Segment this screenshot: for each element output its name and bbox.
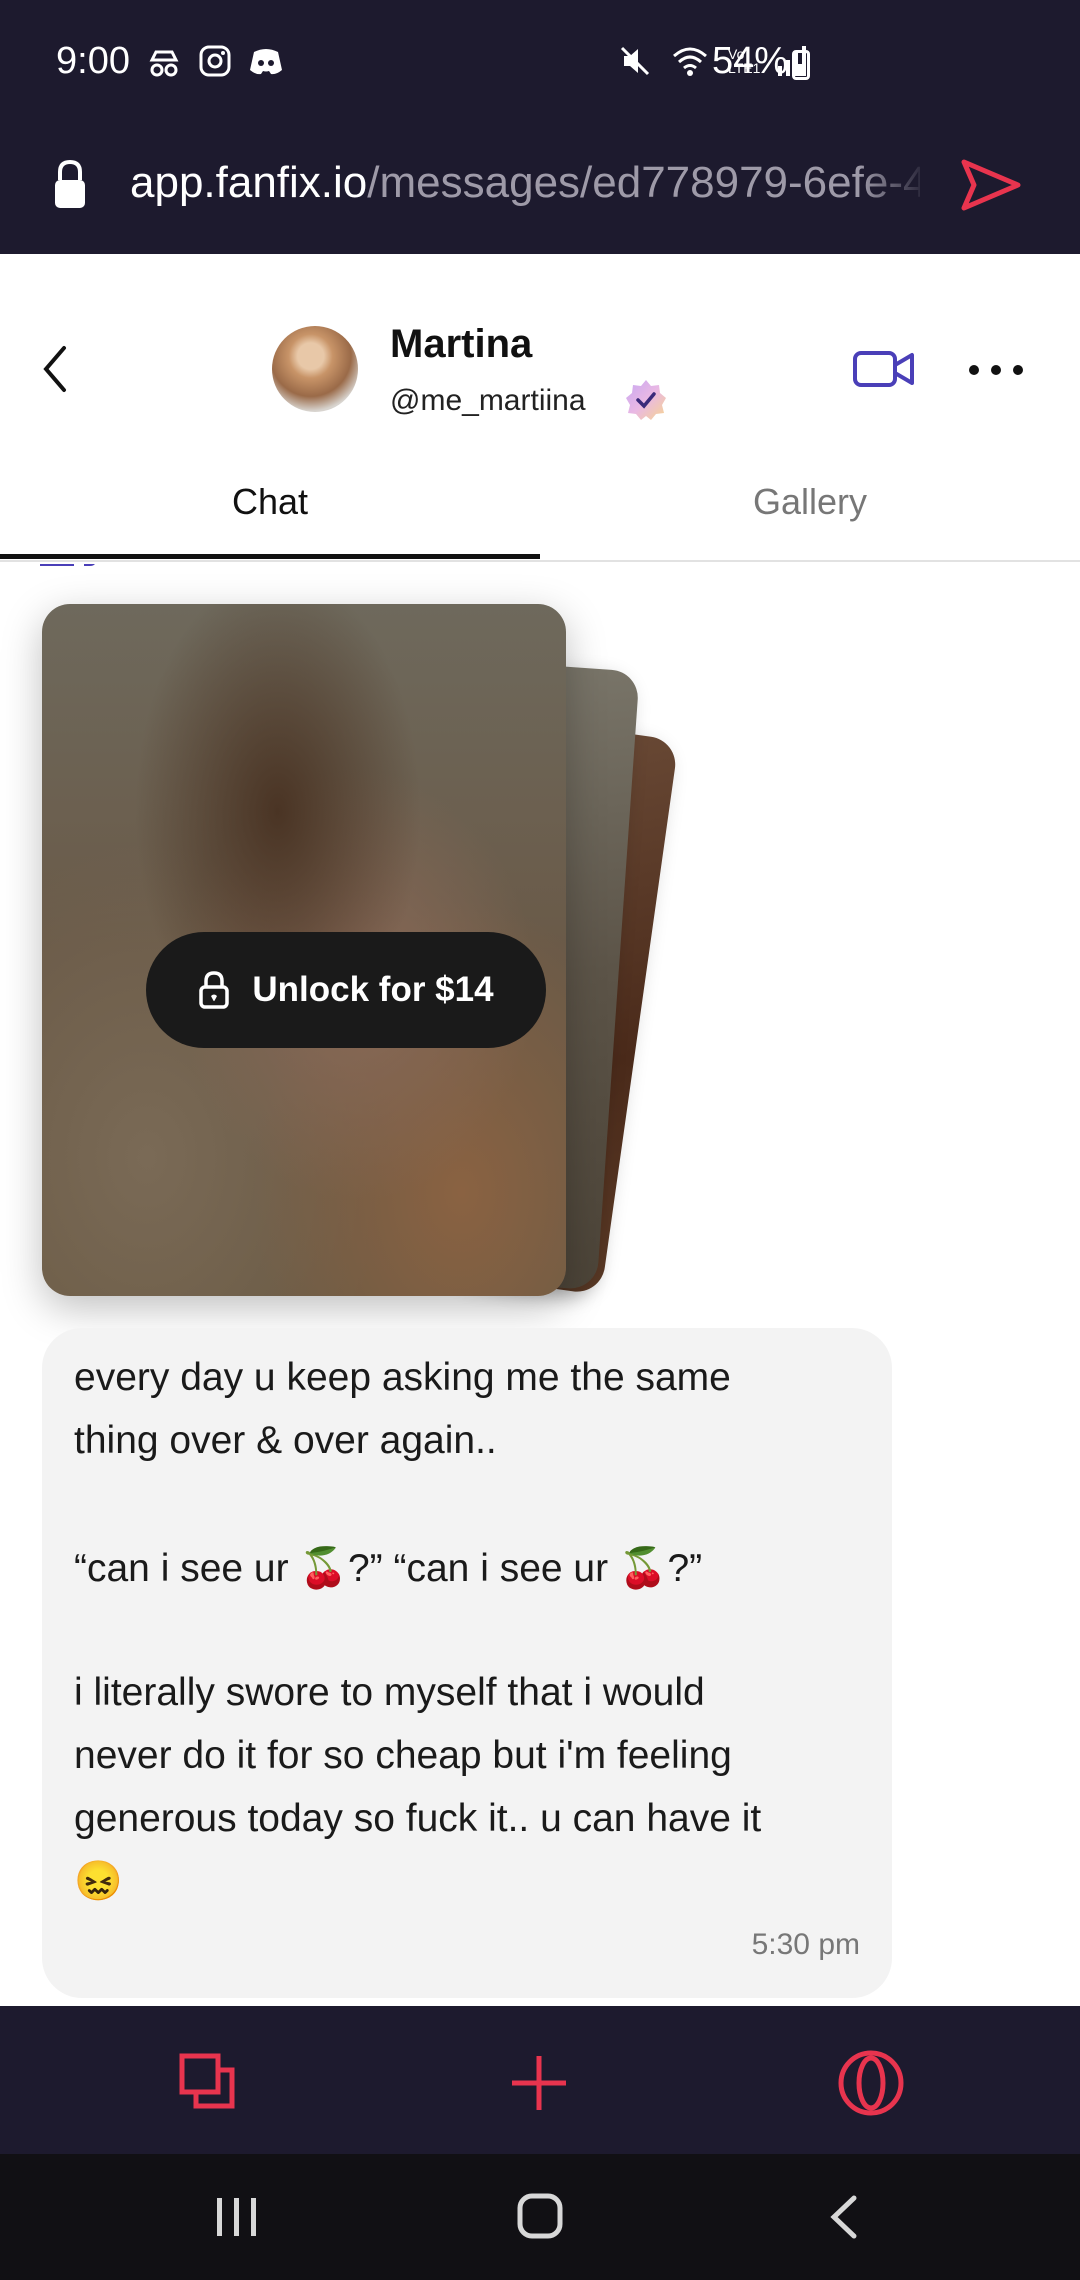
status-icons-left bbox=[146, 44, 284, 80]
battery-icon bbox=[792, 50, 810, 80]
url-path: /messages/ed778979-6efe-4 bbox=[367, 158, 920, 207]
url-field[interactable]: app.fanfix.io/messages/ed778979-6efe-4 bbox=[130, 158, 920, 208]
browser-bottom-bar bbox=[0, 2006, 1080, 2154]
system-navigation-bar bbox=[0, 2154, 1080, 2280]
message-line: generous today so fuck it.. u can have i… bbox=[74, 1797, 762, 1840]
more-options-icon[interactable] bbox=[968, 364, 1024, 376]
video-call-icon[interactable] bbox=[852, 348, 916, 390]
chat-messages[interactable]: Unlock for $14 every day u keep asking m… bbox=[0, 564, 1080, 2006]
instagram-icon bbox=[199, 45, 231, 77]
tab-switcher-icon[interactable] bbox=[178, 2052, 236, 2110]
url-domain: app.fanfix.io bbox=[130, 158, 368, 207]
padlock-icon bbox=[199, 971, 230, 1009]
status-bar: 9:00 Vo LTE1 54% bbox=[0, 0, 1080, 128]
status-time: 9:00 bbox=[56, 40, 130, 82]
mute-icon bbox=[620, 46, 650, 76]
discord-icon bbox=[250, 49, 282, 75]
opera-menu-icon[interactable] bbox=[838, 2050, 904, 2116]
unlock-label: Unlock for $14 bbox=[252, 970, 494, 1009]
message-line: “can i see ur 🍒?” “can i see ur 🍒?” bbox=[74, 1547, 703, 1590]
home-icon[interactable] bbox=[516, 2192, 564, 2240]
new-tab-plus-icon[interactable] bbox=[510, 2054, 568, 2112]
back-icon[interactable] bbox=[826, 2194, 860, 2240]
tab-gallery[interactable]: Gallery bbox=[540, 454, 1080, 560]
message-line: every day u keep asking me the same bbox=[74, 1356, 731, 1399]
battery-percentage: 54% bbox=[712, 40, 789, 82]
chat-tabs: Chat Gallery bbox=[0, 454, 1080, 562]
browser-address-bar: app.fanfix.io/messages/ed778979-6efe-4 bbox=[0, 128, 1080, 254]
verified-badge-icon bbox=[626, 380, 666, 420]
wifi-icon bbox=[673, 47, 707, 76]
send-icon[interactable] bbox=[960, 158, 1022, 212]
message-line: thing over & over again.. bbox=[74, 1419, 497, 1462]
url-fade bbox=[860, 148, 930, 228]
locked-media-card[interactable]: Unlock for $14 bbox=[42, 604, 566, 1296]
message-bubble[interactable]: every day u keep asking me the same thin… bbox=[42, 1328, 892, 1998]
unlock-button[interactable]: Unlock for $14 bbox=[146, 932, 546, 1048]
lock-icon bbox=[55, 159, 85, 208]
creator-name: Martina bbox=[390, 322, 533, 366]
active-tab-indicator bbox=[0, 554, 540, 559]
chat-header: Martina @me_martiina bbox=[0, 254, 1080, 434]
back-chevron-icon[interactable] bbox=[40, 344, 70, 394]
recent-apps-icon[interactable] bbox=[214, 2194, 260, 2240]
creator-handle: @me_martiina bbox=[390, 384, 586, 417]
message-timestamp: 5:30 pm bbox=[751, 1928, 860, 1961]
incognito-icon bbox=[149, 50, 179, 77]
message-line: never do it for so cheap but i'm feeling bbox=[74, 1734, 732, 1777]
message-emoji: 😖 bbox=[74, 1860, 123, 1903]
avatar[interactable] bbox=[272, 326, 358, 412]
image-count-icon bbox=[40, 564, 95, 566]
message-line: i literally swore to myself that i would bbox=[74, 1671, 705, 1714]
tab-chat[interactable]: Chat bbox=[0, 454, 540, 560]
